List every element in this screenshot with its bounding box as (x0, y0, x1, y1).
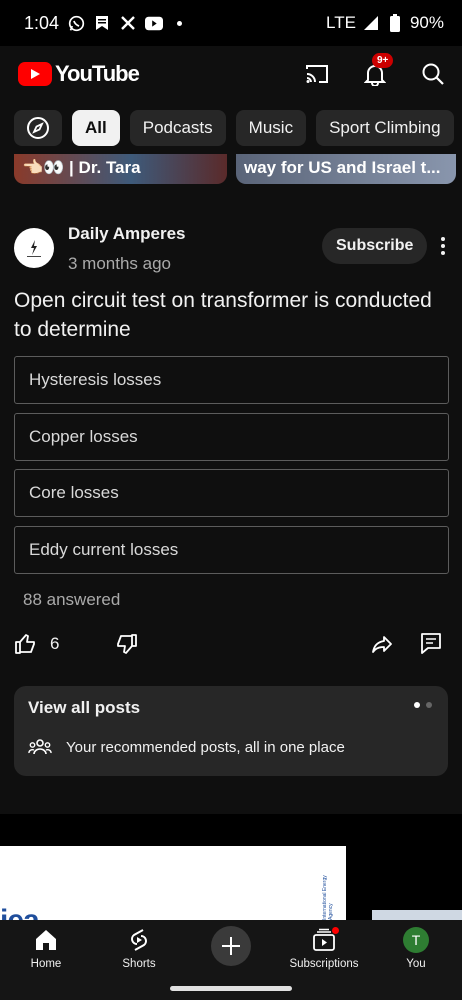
posts-card-title: View all posts (28, 698, 141, 717)
nav-home-label: Home (30, 958, 62, 970)
whatsapp-icon (67, 14, 85, 32)
quiz-option[interactable]: Copper losses (14, 412, 449, 461)
you-avatar-wrapper: T (403, 926, 429, 954)
battery-level: 90% (409, 13, 444, 32)
chip-music[interactable]: Music (235, 110, 307, 146)
thumbs-down-icon (117, 634, 137, 654)
view-all-posts-card[interactable]: View all posts Your recommended posts, a… (14, 686, 448, 776)
cast-button[interactable] (304, 61, 330, 87)
thumbnail-caption: way for US and Israel t... (244, 158, 441, 177)
video-thumbnails: 👈🏻👀 | Dr. Tara way for US and Israel t..… (14, 154, 462, 184)
search-icon (422, 63, 444, 85)
thumbnail-caption: 👈🏻👀 | Dr. Tara (22, 158, 141, 177)
comment-icon (421, 633, 441, 654)
search-button[interactable] (420, 61, 446, 87)
explore-chip[interactable] (14, 110, 62, 146)
quiz-option[interactable]: Eddy current losses (14, 525, 449, 574)
user-avatar: T (403, 927, 429, 953)
chip-sport-climbing[interactable]: Sport Climbing (316, 110, 454, 146)
home-icon (33, 926, 59, 954)
carousel-dots (414, 702, 432, 708)
compass-icon (27, 117, 49, 139)
nav-you-label: You (406, 958, 426, 970)
category-chips: All Podcasts Music Sport Climbing (0, 108, 462, 148)
subscribe-button[interactable]: Subscribe (322, 228, 428, 264)
like-count: 6 (50, 634, 60, 653)
share-button[interactable] (370, 632, 394, 656)
dislike-button[interactable] (114, 632, 138, 656)
nav-subscriptions[interactable]: Subscriptions (278, 926, 370, 970)
cast-icon (306, 65, 328, 83)
ad-vertical-text: International Energy Agency (322, 875, 334, 920)
more-options-icon[interactable] (436, 234, 450, 258)
post-time: 3 months ago (68, 254, 172, 273)
ad-banner[interactable]: iea International Energy Agency (0, 814, 462, 920)
x-icon (119, 14, 137, 32)
ad-image-edge (372, 910, 462, 920)
post-header: Daily Amperes 3 months ago Subscribe (14, 222, 448, 278)
nav-shorts[interactable]: Shorts (93, 926, 185, 970)
comments-button[interactable] (420, 632, 442, 656)
like-button[interactable]: 6 (14, 632, 59, 656)
post-question: Open circuit test on transformer is cond… (14, 289, 432, 341)
channel-avatar[interactable] (14, 228, 54, 268)
shorts-icon (128, 926, 150, 954)
youtube-logo-icon (18, 62, 52, 86)
status-bar: 1:04 LTE 90% (0, 0, 462, 46)
thumbs-up-icon (15, 634, 35, 654)
subscriptions-icon (312, 926, 340, 954)
chip-all[interactable]: All (72, 110, 120, 146)
signal-icon (362, 14, 380, 32)
youtube-icon (145, 14, 164, 32)
quiz-option[interactable]: Hysteresis losses (14, 356, 449, 404)
video-thumbnail[interactable]: way for US and Israel t... (236, 154, 456, 184)
home-indicator[interactable] (170, 986, 292, 991)
chip-podcasts[interactable]: Podcasts (129, 110, 226, 146)
channel-name[interactable]: Daily Amperes (68, 224, 185, 244)
nav-shorts-label: Shorts (122, 958, 156, 970)
nav-home[interactable]: Home (0, 926, 92, 970)
people-icon (28, 739, 52, 755)
new-content-dot (331, 926, 340, 935)
youtube-logo-text: YouTube (55, 61, 140, 86)
post-actions: 6 (14, 628, 448, 664)
ad-image: iea International Energy Agency (0, 846, 346, 920)
ad-logo: iea (0, 904, 40, 920)
status-time: 1:04 (24, 12, 60, 33)
quiz-option[interactable]: Core losses (14, 469, 449, 517)
notification-badge: 9+ (372, 53, 394, 68)
news-icon (93, 14, 111, 32)
quiz-options: Hysteresis losses Copper losses Core los… (14, 356, 449, 582)
nav-subscriptions-label: Subscriptions (289, 958, 359, 970)
app-header: YouTube 9+ (0, 46, 462, 102)
share-icon (372, 636, 392, 653)
plus-icon (222, 937, 240, 955)
notifications-button[interactable]: 9+ (362, 53, 394, 87)
answered-count: 88 answered (23, 590, 121, 609)
create-button[interactable] (211, 926, 251, 966)
video-thumbnail[interactable]: 👈🏻👀 | Dr. Tara (14, 154, 227, 184)
daily-amperes-logo-icon (27, 240, 41, 257)
posts-card-subtitle: Your recommended posts, all in one place (66, 738, 345, 756)
battery-icon (386, 14, 404, 32)
network-label: LTE (326, 13, 356, 32)
nav-you[interactable]: T You (370, 926, 462, 970)
youtube-logo[interactable]: YouTube (18, 61, 140, 87)
dot-icon (177, 20, 183, 26)
